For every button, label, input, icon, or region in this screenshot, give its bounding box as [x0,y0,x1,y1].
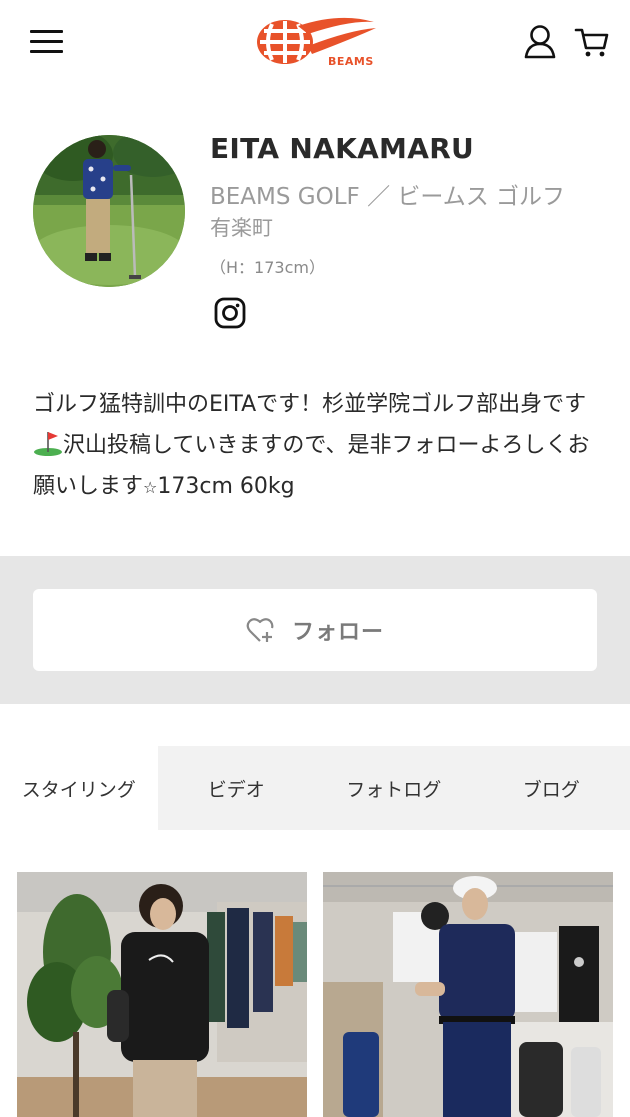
follow-label: フォロー [291,620,384,645]
tab-blog[interactable]: ブログ [473,746,630,830]
styling-photo[interactable] [323,872,613,1117]
height-info: （H：173cm） [210,258,325,277]
heart-plus-icon [246,618,274,642]
menu-bar [30,50,63,53]
golf-flag-icon [34,432,62,456]
profile-name: EITA NAKAMARU [210,132,475,165]
tab-video[interactable]: ビデオ [158,746,316,830]
bio-text: 沢山投稿していきますので、是非フォローよろしくお願いします [33,433,590,499]
star-symbol: ☆ [143,478,158,497]
beams-logo[interactable]: BEAMS [250,14,380,72]
menu-bar [30,40,63,43]
tab-styling[interactable]: スタイリング [0,746,158,830]
tab-photolog[interactable]: フォトログ [315,746,473,830]
styling-photo[interactable] [17,872,307,1117]
menu-bar [30,30,63,33]
avatar [33,135,185,287]
follow-button[interactable]: フォロー [33,589,597,671]
user-icon[interactable] [523,24,557,60]
shop-location[interactable]: 有楽町 [210,212,273,242]
content-tabs: スタイリング ビデオ フォトログ ブログ [0,746,630,830]
cart-icon[interactable] [574,24,610,60]
instagram-icon[interactable] [214,297,246,329]
follow-section: フォロー [0,556,630,704]
bio-text: 173cm 60kg [157,474,295,499]
profile-bio: ゴルフ猛特訓中のEITAです！杉並学院ゴルフ部出身です沢山投稿していきますので、… [33,384,598,508]
shop-name[interactable]: BEAMS GOLF ／ ビームス ゴルフ [210,177,565,211]
bio-text: ゴルフ猛特訓中のEITAです！杉並学院ゴルフ部出身です [33,392,587,417]
site-header: BEAMS [0,0,630,90]
menu-icon[interactable] [30,28,64,56]
logo-text: BEAMS [328,55,374,68]
